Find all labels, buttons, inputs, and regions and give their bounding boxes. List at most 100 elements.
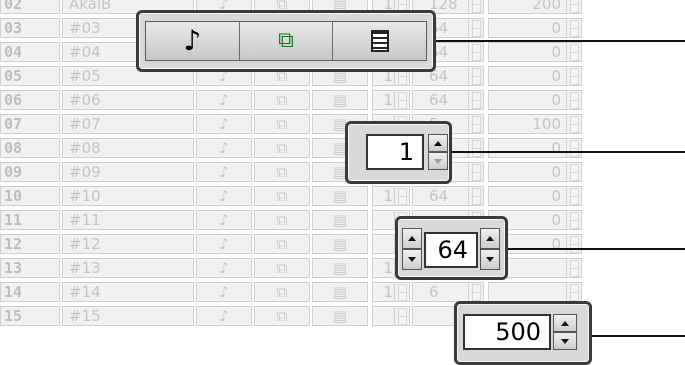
track-name-field[interactable]: #12 (62, 234, 194, 254)
copy-button[interactable]: ⧉ (254, 210, 310, 230)
spin-buttons[interactable] (468, 43, 483, 61)
value-field[interactable]: 0 (488, 162, 582, 182)
track-name-field[interactable]: #07 (62, 114, 194, 134)
spin-buttons[interactable] (394, 91, 409, 109)
copy-button[interactable]: ⧉ (254, 90, 310, 110)
calculator-button[interactable]: ▤ (312, 258, 368, 278)
spin-buttons[interactable] (468, 187, 483, 205)
spin-buttons[interactable] (468, 115, 483, 133)
spin-buttons[interactable] (566, 43, 581, 61)
spin-buttons[interactable] (566, 235, 581, 253)
value-field[interactable]: 0 (488, 138, 582, 158)
spin-buttons[interactable] (468, 163, 483, 181)
value-down-button[interactable] (553, 332, 577, 350)
track-name-field[interactable]: #09 (62, 162, 194, 182)
calculator-button[interactable]: ▤ (312, 282, 368, 302)
note-button[interactable]: ♪ (196, 306, 252, 326)
track-name-field[interactable]: #13 (62, 258, 194, 278)
velocity-field[interactable]: 64 (412, 186, 484, 206)
note-button[interactable]: ♪ (196, 282, 252, 302)
copy-button[interactable]: ⧉ (254, 186, 310, 206)
track-name-field[interactable]: #06 (62, 90, 194, 110)
track-name-field[interactable]: #10 (62, 186, 194, 206)
track-name-field[interactable]: #15 (62, 306, 194, 326)
value-field[interactable]: 0 (488, 18, 582, 38)
note-button[interactable]: ♪ (196, 210, 252, 230)
copy-button[interactable]: ⧉ (254, 114, 310, 134)
value-field[interactable]: 0 (488, 66, 582, 86)
table-row[interactable]: 10 #10 ♪ ⧉ ▤ 1 64 0 (0, 184, 600, 208)
table-row[interactable]: 12#12♪⧉▤640 (0, 232, 600, 256)
spin-buttons[interactable] (566, 19, 581, 37)
value-field[interactable]: 0 (488, 42, 582, 62)
spin-buttons[interactable] (566, 67, 581, 85)
table-row[interactable]: 13#13♪⧉▤16 (0, 256, 600, 280)
channel-field[interactable]: 1 (372, 90, 410, 110)
spin-buttons[interactable] (566, 163, 581, 181)
copy-button[interactable]: ⧉ (254, 138, 310, 158)
spin-buttons[interactable] (566, 187, 581, 205)
table-row[interactable]: 09#09♪⧉▤1640 (0, 160, 600, 184)
table-row[interactable]: 11 #11 ♪ ⧉ ▤ 0 (0, 208, 600, 232)
note-button[interactable]: ♪ (146, 22, 240, 60)
copy-button[interactable]: ⧉ (239, 22, 334, 60)
spin-buttons[interactable] (468, 19, 483, 37)
spin-buttons[interactable] (468, 139, 483, 157)
copy-button[interactable]: ⧉ (254, 282, 310, 302)
table-row[interactable]: 06 #06 ♪ ⧉ ▤ 1 64 0 (0, 88, 600, 112)
note-button[interactable]: ♪ (196, 186, 252, 206)
spin-buttons[interactable] (468, 0, 483, 13)
channel-field[interactable] (372, 306, 410, 326)
spin-buttons[interactable] (566, 91, 581, 109)
spin-buttons[interactable] (394, 187, 409, 205)
velocity-left-up-button[interactable] (402, 228, 422, 249)
value-field[interactable]: 500 (463, 314, 551, 350)
velocity-field[interactable]: 64 (424, 232, 478, 268)
spin-buttons[interactable] (468, 283, 483, 301)
velocity-left-down-button[interactable] (402, 249, 422, 270)
note-button[interactable]: ♪ (196, 162, 252, 182)
copy-button[interactable]: ⧉ (254, 162, 310, 182)
velocity-field[interactable]: 6 (412, 282, 484, 302)
note-button[interactable]: ♪ (196, 234, 252, 254)
value-field[interactable]: 0 (488, 90, 582, 110)
calculator-button[interactable]: ▤ (312, 90, 368, 110)
note-button[interactable]: ♪ (196, 90, 252, 110)
copy-button[interactable]: ⧉ (254, 258, 310, 278)
value-field[interactable]: 200 (488, 0, 582, 14)
spin-buttons[interactable] (566, 115, 581, 133)
copy-button[interactable]: ⧉ (254, 306, 310, 326)
track-name-field[interactable]: #11 (62, 210, 194, 230)
table-row[interactable]: 07#07♪⧉▤5100 (0, 112, 600, 136)
channel-down-button[interactable] (428, 152, 448, 170)
note-button[interactable]: ♪ (196, 114, 252, 134)
velocity-down-button[interactable] (480, 249, 500, 270)
calculator-button[interactable]: ▤ (312, 210, 368, 230)
calculator-button[interactable]: ▤ (312, 234, 368, 254)
channel-field[interactable]: 1 (372, 186, 410, 206)
table-row[interactable]: 08 #08 ♪ ⧉ ▤ 0 (0, 136, 600, 160)
channel-field[interactable]: 1 (366, 134, 424, 170)
spin-buttons[interactable] (566, 0, 581, 13)
velocity-up-button[interactable] (480, 228, 500, 249)
copy-button[interactable]: ⧉ (254, 234, 310, 254)
track-name-field[interactable]: #14 (62, 282, 194, 302)
spin-buttons[interactable] (468, 91, 483, 109)
spin-buttons[interactable] (394, 283, 409, 301)
value-field[interactable]: 100 (488, 114, 582, 134)
calculator-button[interactable]: ▤ (312, 306, 368, 326)
channel-up-button[interactable] (428, 134, 448, 152)
velocity-field[interactable]: 64 (412, 90, 484, 110)
spin-buttons[interactable] (566, 139, 581, 157)
note-button[interactable]: ♪ (196, 258, 252, 278)
value-field[interactable] (488, 282, 582, 302)
spin-buttons[interactable] (566, 211, 581, 229)
calculator-button[interactable]: ▤ (312, 186, 368, 206)
spin-buttons[interactable] (468, 67, 483, 85)
spin-buttons[interactable] (566, 259, 581, 277)
value-up-button[interactable] (553, 314, 577, 332)
note-button[interactable]: ♪ (196, 138, 252, 158)
calculator-button[interactable] (333, 22, 427, 60)
track-name-field[interactable]: #08 (62, 138, 194, 158)
value-field[interactable]: 0 (488, 186, 582, 206)
